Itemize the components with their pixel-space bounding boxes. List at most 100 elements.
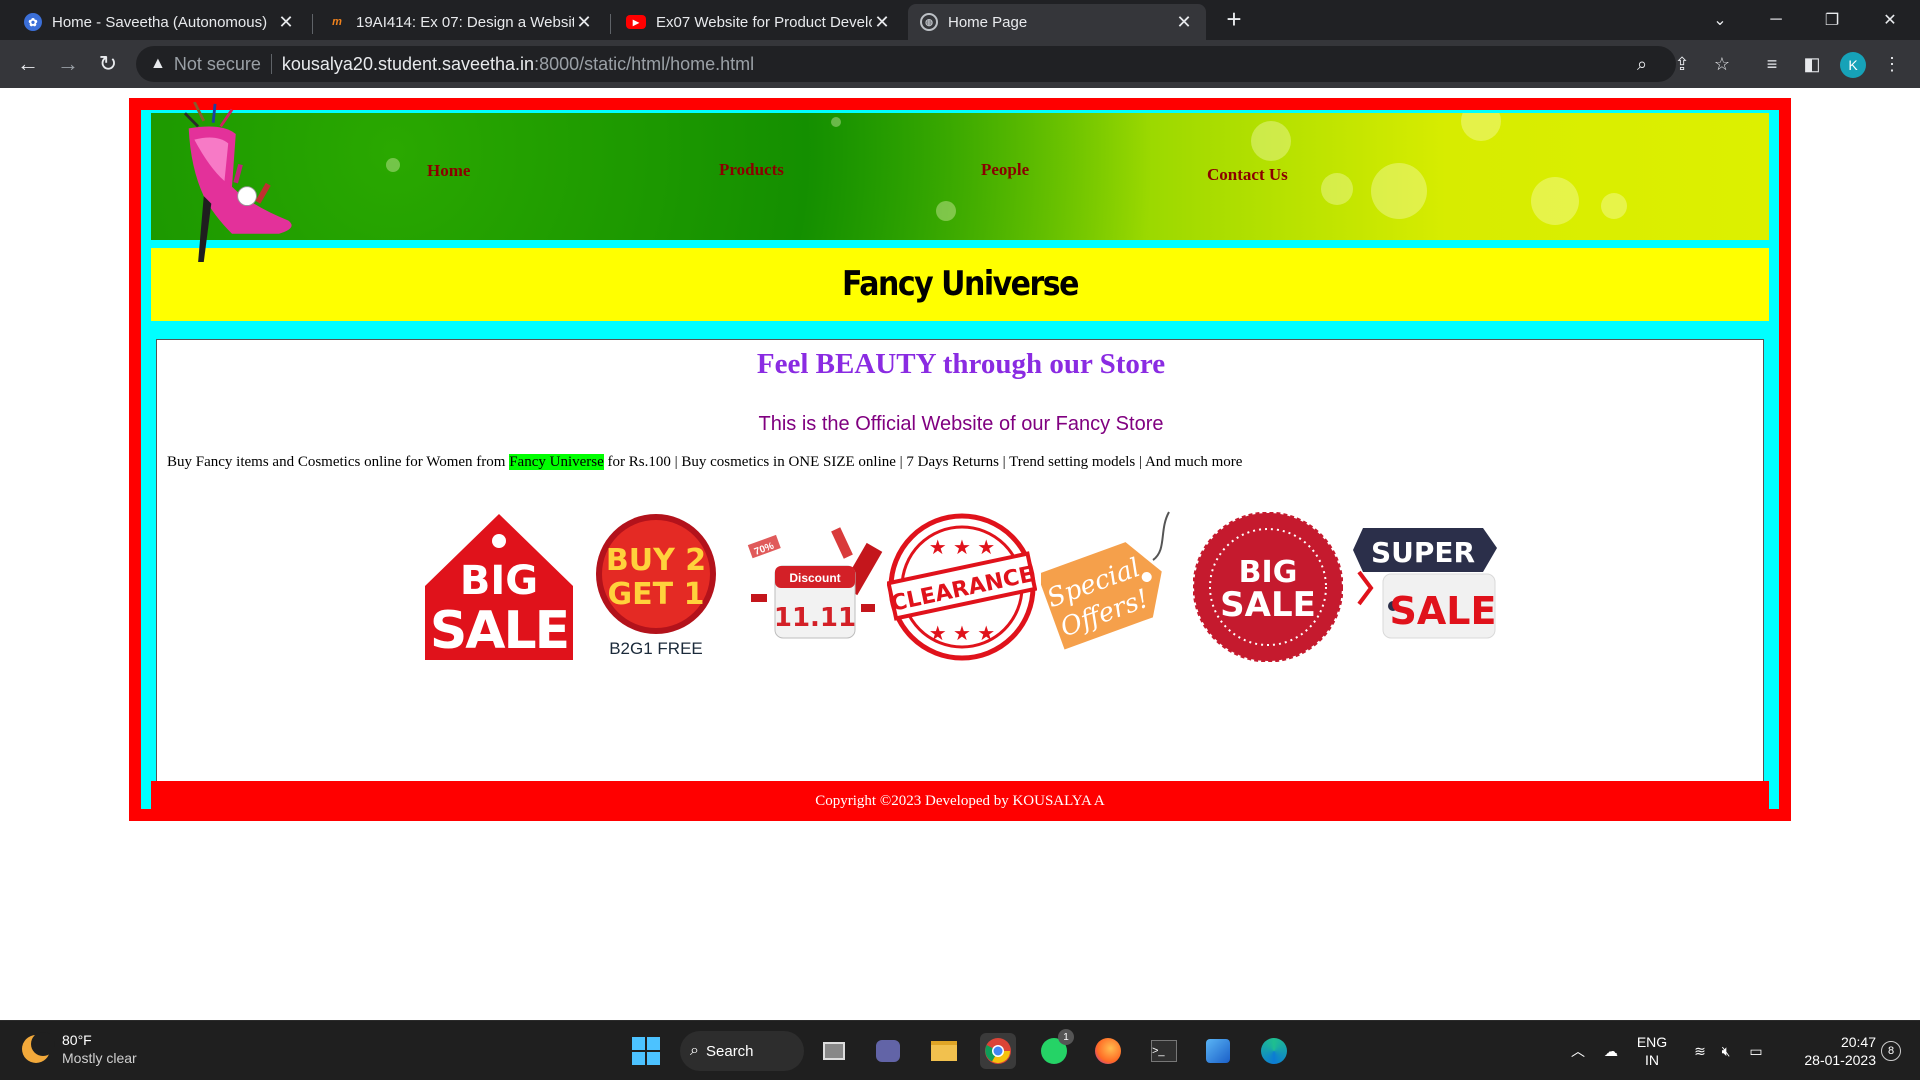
big-sale-tag-image: BIG SALE [425,514,573,661]
teams-chat-icon[interactable] [870,1033,906,1069]
window-close-button[interactable]: ✕ [1862,0,1918,40]
badge-text: GET 1 [608,577,705,612]
close-icon[interactable]: ✕ [1174,12,1194,33]
firefox-icon[interactable] [1090,1033,1126,1069]
terminal-icon[interactable]: >_ [1146,1033,1182,1069]
notification-badge: 1 [1058,1029,1074,1045]
notification-center[interactable]: 8 [1874,1021,1908,1081]
tab-title: Home - Saveetha (Autonomous) [52,13,268,31]
nav-link-contact-us[interactable]: Contact Us [1207,165,1288,185]
nav-link-products[interactable]: Products [719,160,784,180]
svg-text:★ ★ ★: ★ ★ ★ [929,535,996,559]
buy2-get1-badge-image: BUY 2 GET 1 B2G1 FREE [596,514,716,658]
browser-tab-bar: ✿ Home - Saveetha (Autonomous) ✕ m 19AI4… [0,0,1920,40]
reading-list-icon[interactable]: ≡ [1760,52,1784,76]
task-view-icon[interactable] [816,1033,852,1069]
close-icon[interactable]: ✕ [872,12,892,33]
restore-button[interactable]: ❐ [1804,0,1860,40]
language-indicator[interactable]: ENG IN [1630,1021,1674,1081]
tab-divider [312,14,313,34]
badge-text: SALE [430,601,568,661]
nav-link-home[interactable]: Home [427,161,470,181]
clearance-stamp-image: ★ ★ ★ ★ ★ ★ CLEARANCE [887,513,1037,661]
taskbar-search[interactable]: ⌕ Search [680,1031,804,1071]
weather-condition: Mostly clear [62,1050,137,1066]
new-tab-button[interactable]: + [1220,6,1248,34]
super-sale-tag-image: SUPER SALE [1353,528,1497,639]
page-frame-cyan: Home Products People Contact Us Fancy Un… [141,110,1779,821]
address-bar[interactable]: ▲ Not secure kousalya20.student.saveetha… [136,46,1676,82]
security-label[interactable]: Not secure [174,54,261,75]
bookmark-star-icon[interactable]: ☆ [1710,52,1734,76]
tab-divider [610,14,611,34]
bokeh-dot [1251,121,1291,161]
badge-caption: B2G1 FREE [609,639,703,658]
clock[interactable]: 20:47 28-01-2023 [1780,1021,1876,1081]
bokeh-dot [1601,193,1627,219]
weather-widget[interactable]: 80°F Mostly clear [22,1031,137,1067]
profile-avatar[interactable]: K [1840,52,1866,78]
youtube-favicon-icon: ▶ [626,15,646,29]
search-icon: ⌕ [690,1042,699,1059]
close-icon[interactable]: ✕ [574,12,594,33]
header-banner: Home Products People Contact Us [151,113,1769,240]
tab-home-page[interactable]: ◍ Home Page ✕ [908,4,1206,40]
highlighted-brand: Fancy Universe [509,454,604,470]
tab-youtube-ex07[interactable]: ▶ Ex07 Website for Product Develo ✕ [614,4,904,40]
nav-link-people[interactable]: People [981,160,1029,180]
badge-text: 11.11 [774,603,856,633]
divider [270,54,272,74]
chrome-icon[interactable] [980,1033,1016,1069]
clock-date: 28-01-2023 [1804,1052,1876,1068]
side-panel-icon[interactable]: ◧ [1800,52,1824,76]
windows-start-icon[interactable] [628,1033,664,1069]
intro-text-start: Buy Fancy items and Cosmetics online for… [167,454,510,470]
back-arrow-icon[interactable]: ← [12,48,44,80]
notification-count: 8 [1881,1041,1901,1061]
search-label: Search [706,1042,754,1060]
tab-title: Home Page [948,13,1028,31]
main-content: Feel BEAUTY through our Store This is th… [156,339,1764,782]
warning-triangle-icon[interactable]: ▲ [150,55,166,73]
moodle-favicon-icon: m [332,16,342,28]
bokeh-dot [1321,173,1353,205]
tab-search-chevron-icon[interactable]: ⌄ [1692,0,1748,40]
file-explorer-icon[interactable] [926,1033,962,1069]
share-icon[interactable]: ⇪ [1670,52,1694,76]
badge-text: Discount [789,571,840,585]
saveetha-favicon-icon: ✿ [24,13,42,31]
intro-text-end: for Rs.100 | Buy cosmetics in ONE SIZE o… [603,454,1243,470]
bokeh-dot [1371,163,1427,219]
bokeh-dot [1531,177,1579,225]
onedrive-cloud-icon[interactable]: ☁ [1598,1021,1624,1081]
globe-icon: ◍ [920,13,938,31]
badge-text: SALE [1220,585,1316,625]
menu-kebab-icon[interactable]: ⋮ [1880,52,1904,76]
close-icon[interactable]: ✕ [276,12,296,33]
show-hidden-icons-chevron[interactable]: ︿ [1566,1021,1590,1081]
edge-icon[interactable] [1256,1033,1292,1069]
subheadline: This is the Official Website of our Fanc… [758,413,1164,435]
minimize-button[interactable]: ─ [1748,0,1804,40]
speaker-muted-icon[interactable]: 🔇︎ [1714,1021,1738,1081]
brand-bar: Fancy Universe [151,248,1769,321]
offer-badges: BIG SALE BUY 2 GET 1 B2G1 FREE 70% Disco… [157,510,1765,670]
windows-taskbar: 80°F Mostly clear ⌕ Search 1 >_ ︿ ☁ ENG … [0,1020,1920,1080]
tab-title: Ex07 Website for Product Develo [656,13,872,31]
badge-text: SUPER [1371,536,1475,569]
wifi-icon[interactable]: ≋ [1688,1021,1712,1081]
whatsapp-icon[interactable]: 1 [1036,1029,1074,1069]
zoom-icon[interactable]: ⌕ [1630,52,1654,76]
photos-icon[interactable] [1200,1033,1236,1069]
bokeh-dot [1461,113,1501,141]
footer: Copyright ©2023 Developed by KOUSALYA A [151,781,1769,821]
tab-19ai414[interactable]: m 19AI414: Ex 07: Design a Website ✕ [316,4,606,40]
page-frame-red: Home Products People Contact Us Fancy Un… [129,98,1791,821]
forward-arrow-icon[interactable]: → [52,48,84,80]
web-page: Home Products People Contact Us Fancy Un… [0,88,1920,1020]
battery-icon[interactable]: ▭ [1744,1021,1768,1081]
browser-toolbar: ← → ↻ ▲ Not secure kousalya20.student.sa… [0,40,1920,88]
reload-icon[interactable]: ↻ [92,48,124,80]
tab-saveetha-home[interactable]: ✿ Home - Saveetha (Autonomous) ✕ [12,4,308,40]
clock-time: 20:47 [1840,1034,1876,1050]
